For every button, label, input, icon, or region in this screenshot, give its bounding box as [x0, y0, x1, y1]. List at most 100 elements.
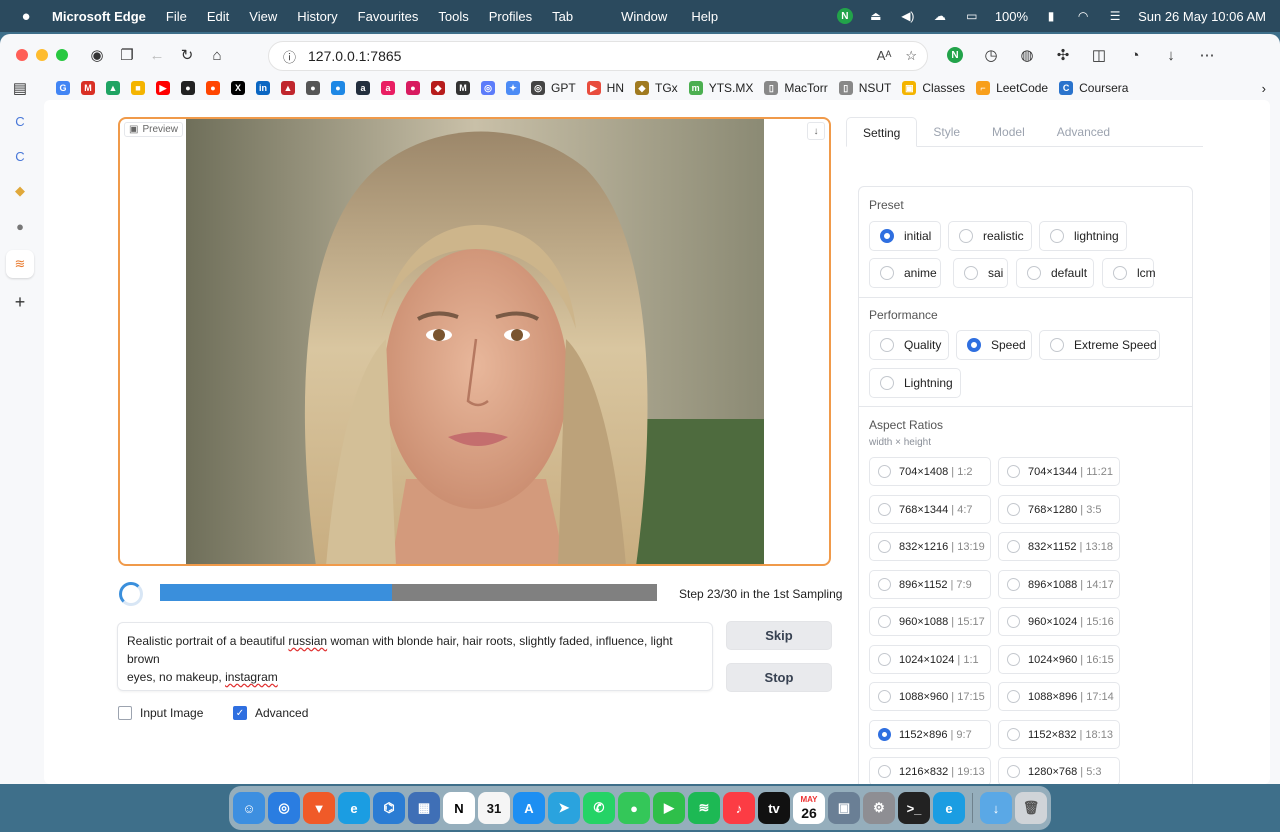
aspect-ratio-option[interactable]: 1280×768 | 5:3 — [998, 757, 1120, 784]
menu-help[interactable]: Help — [691, 9, 718, 24]
bookmarks-overflow-icon[interactable]: › — [1262, 81, 1266, 96]
tab-setting[interactable]: Setting — [846, 117, 918, 147]
preset-option-lcm[interactable]: lcm — [1102, 258, 1156, 288]
back-arrow-icon[interactable]: ← — [142, 40, 172, 70]
extension-shield-icon[interactable]: ◍ — [1012, 40, 1042, 70]
bookmark-item[interactable]: C Coursera — [1059, 81, 1128, 95]
menu-window[interactable]: Window — [621, 9, 667, 24]
bookmark-item[interactable]: ⌐ LeetCode — [976, 81, 1048, 95]
input-image-checkbox[interactable] — [118, 706, 132, 720]
profile-avatar-icon[interactable]: ◉ — [82, 40, 112, 70]
sidebar-copilot-icon[interactable]: C — [9, 110, 31, 132]
dock-finder-icon[interactable]: ☺ — [233, 792, 265, 824]
n-status-icon[interactable]: N — [836, 8, 853, 24]
dock-preview-icon[interactable]: ▣ — [828, 792, 860, 824]
bookmark-item[interactable]: ▲ — [281, 81, 295, 95]
bookmark-item[interactable]: G — [56, 81, 70, 95]
dock-whatsapp-icon[interactable]: ✆ — [583, 792, 615, 824]
performance-option-speed[interactable]: Speed — [956, 330, 1032, 360]
aspect-ratio-option[interactable]: 1152×832 | 18:13 — [998, 720, 1120, 749]
bookmark-item[interactable]: M — [456, 81, 470, 95]
favourite-star-icon[interactable]: ☆ — [905, 48, 917, 64]
history-icon[interactable]: ◔ — [1120, 40, 1150, 70]
aspect-ratio-option[interactable]: 832×1152 | 13:18 — [998, 532, 1120, 561]
bookmark-item[interactable]: ■ — [131, 81, 145, 95]
preset-option-anime[interactable]: anime — [869, 258, 941, 288]
extension-n-icon[interactable]: N — [940, 40, 970, 70]
refresh-icon[interactable]: ↻ — [172, 40, 202, 70]
battery-icon[interactable]: ▮ — [1042, 9, 1060, 23]
dock-notion-icon[interactable]: N — [443, 792, 475, 824]
dock-vscode-icon[interactable]: ⌬ — [373, 792, 405, 824]
aspect-ratio-option[interactable]: 960×1088 | 15:17 — [869, 607, 991, 636]
bookmark-item[interactable]: in — [256, 81, 270, 95]
bookmark-item[interactable]: ● — [331, 81, 345, 95]
close-window-button[interactable] — [16, 49, 28, 61]
aspect-ratio-option[interactable]: 896×1088 | 14:17 — [998, 570, 1120, 599]
bookmark-item[interactable]: a — [381, 81, 395, 95]
bookmark-item[interactable]: ✦ — [506, 81, 520, 95]
dock-spotify-icon[interactable]: ≋ — [688, 792, 720, 824]
sidebar-coursera-icon[interactable]: C — [9, 145, 31, 167]
menu-favourites[interactable]: Favourites — [358, 9, 419, 24]
advanced-checkbox-row[interactable]: ✓ Advanced — [233, 706, 308, 720]
dock-screens-icon[interactable]: ▦ — [408, 792, 440, 824]
aspect-ratio-option[interactable]: 832×1216 | 13:19 — [869, 532, 991, 561]
downloads-icon[interactable]: ↓ — [1156, 40, 1186, 70]
bookmark-item[interactable]: ▶ HN — [586, 81, 624, 95]
bookmark-item[interactable]: ● — [406, 81, 420, 95]
extensions-puzzle-icon[interactable]: ✣ — [1048, 40, 1078, 70]
aspect-ratio-option[interactable]: 896×1152 | 7:9 — [869, 570, 991, 599]
aspect-ratio-option[interactable]: 1024×1024 | 1:1 — [869, 645, 991, 674]
read-aloud-icon[interactable]: Aᴬ — [877, 48, 892, 64]
bookmark-item[interactable]: ◎ GPT — [531, 81, 576, 95]
tab-advanced[interactable]: Advanced — [1041, 117, 1126, 147]
dock-calendar-icon[interactable]: MAY 26 — [793, 792, 825, 824]
aspect-ratio-option[interactable]: 1152×896 | 9:7 — [869, 720, 991, 749]
menu-history[interactable]: History — [297, 9, 337, 24]
dock-telegram-icon[interactable]: ➤ — [548, 792, 580, 824]
aspect-ratio-option[interactable]: 768×1344 | 4:7 — [869, 495, 991, 524]
dock-appletv-icon[interactable]: tv — [758, 792, 790, 824]
aspect-ratio-option[interactable]: 1024×960 | 16:15 — [998, 645, 1120, 674]
dock-brave-icon[interactable]: ▼ — [303, 792, 335, 824]
aspect-ratio-option[interactable]: 1088×960 | 17:15 — [869, 682, 991, 711]
download-icon[interactable]: ↓ — [807, 122, 825, 140]
display-icon[interactable]: ▭ — [963, 9, 981, 23]
more-menu-icon[interactable]: ⋯ — [1192, 40, 1222, 70]
aspect-ratio-option[interactable]: 960×1024 | 15:16 — [998, 607, 1120, 636]
sidebar-add-icon[interactable]: + — [9, 291, 31, 313]
preset-option-default[interactable]: default — [1016, 258, 1094, 288]
aspect-ratio-option[interactable]: 1216×832 | 19:13 — [869, 757, 991, 784]
bookmark-item[interactable]: m YTS.MX — [688, 81, 753, 95]
dock-music-icon[interactable]: ♪ — [723, 792, 755, 824]
volume-icon[interactable]: ◀) — [899, 9, 917, 23]
bookmark-item[interactable]: ▲ — [106, 81, 120, 95]
aspect-ratio-option[interactable]: 768×1280 | 3:5 — [998, 495, 1120, 524]
aspect-ratio-option[interactable]: 1088×896 | 17:14 — [998, 682, 1120, 711]
preset-option-initial[interactable]: initial — [869, 221, 941, 251]
workspaces-icon[interactable]: ❐ — [112, 40, 142, 70]
preset-option-realistic[interactable]: realistic — [948, 221, 1032, 251]
dock-downloads-folder-icon[interactable]: ↓ — [980, 792, 1012, 824]
site-info-icon[interactable]: ⓘ — [283, 47, 296, 66]
cloud-icon[interactable]: ☁ — [931, 9, 949, 23]
preset-option-lightning[interactable]: lightning — [1039, 221, 1127, 251]
bookmark-item[interactable]: ▯ NSUT — [838, 81, 891, 95]
bookmark-item[interactable]: ● — [206, 81, 220, 95]
sidebar-app-icon[interactable]: ◆ — [9, 180, 31, 202]
aspect-ratio-option[interactable]: 704×1408 | 1:2 — [869, 457, 991, 486]
stop-button[interactable]: Stop — [726, 663, 832, 692]
dock-trash-icon[interactable]: 🗑 — [1015, 792, 1047, 824]
dock-messages-icon[interactable]: ● — [618, 792, 650, 824]
bookmark-item[interactable]: ◎ — [481, 81, 495, 95]
control-center-icon[interactable]: ☰ — [1106, 9, 1124, 23]
menubar-clock[interactable]: Sun 26 May 10:06 AM — [1138, 9, 1266, 24]
tab-model[interactable]: Model — [976, 117, 1041, 147]
bookmark-item[interactable]: a — [356, 81, 370, 95]
dock-facetime-icon[interactable]: ▶ — [653, 792, 685, 824]
menu-edit[interactable]: Edit — [207, 9, 229, 24]
menu-tab[interactable]: Tab — [552, 9, 573, 24]
menu-tools[interactable]: Tools — [438, 9, 468, 24]
bookmark-item[interactable]: ▶ — [156, 81, 170, 95]
